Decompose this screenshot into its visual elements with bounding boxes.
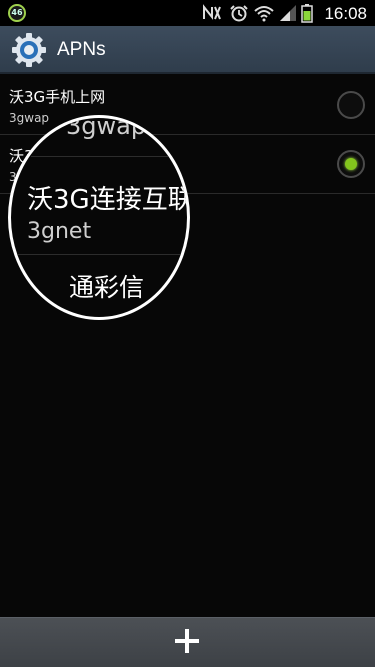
- wifi-icon: [254, 6, 274, 22]
- magnified-apn-name: 通彩信: [69, 273, 145, 302]
- apn-radio-button-selected[interactable]: [337, 150, 365, 178]
- apn-value: 3gwap: [9, 111, 50, 125]
- bottom-bar: [0, 617, 375, 667]
- alarm-icon: [230, 5, 248, 22]
- battery-icon: [301, 4, 313, 23]
- apn-name: 沃3G手机上网: [9, 88, 106, 106]
- status-bar: 46 16:08: [0, 0, 375, 26]
- signal-icon: [280, 5, 296, 21]
- magnified-apn-value: 3gnet: [27, 219, 92, 244]
- apn-radio-button[interactable]: [337, 91, 365, 119]
- action-bar: APNs: [0, 26, 375, 74]
- notification-badge: 46: [8, 4, 26, 22]
- divider: [11, 254, 187, 255]
- magnified-apn-value: 3gwap: [66, 115, 147, 140]
- divider: [31, 156, 187, 157]
- magnified-apn-name: 沃3G连接互联: [27, 185, 190, 215]
- magnifier-overlay: 3gwap 沃3G连接互联 3gnet 通彩信: [8, 115, 190, 320]
- plus-icon[interactable]: [175, 629, 199, 653]
- page-title: APNs: [57, 39, 106, 60]
- nfc-icon: [203, 4, 221, 20]
- settings-gear-icon[interactable]: [12, 33, 46, 67]
- clock: 16:08: [324, 4, 367, 23]
